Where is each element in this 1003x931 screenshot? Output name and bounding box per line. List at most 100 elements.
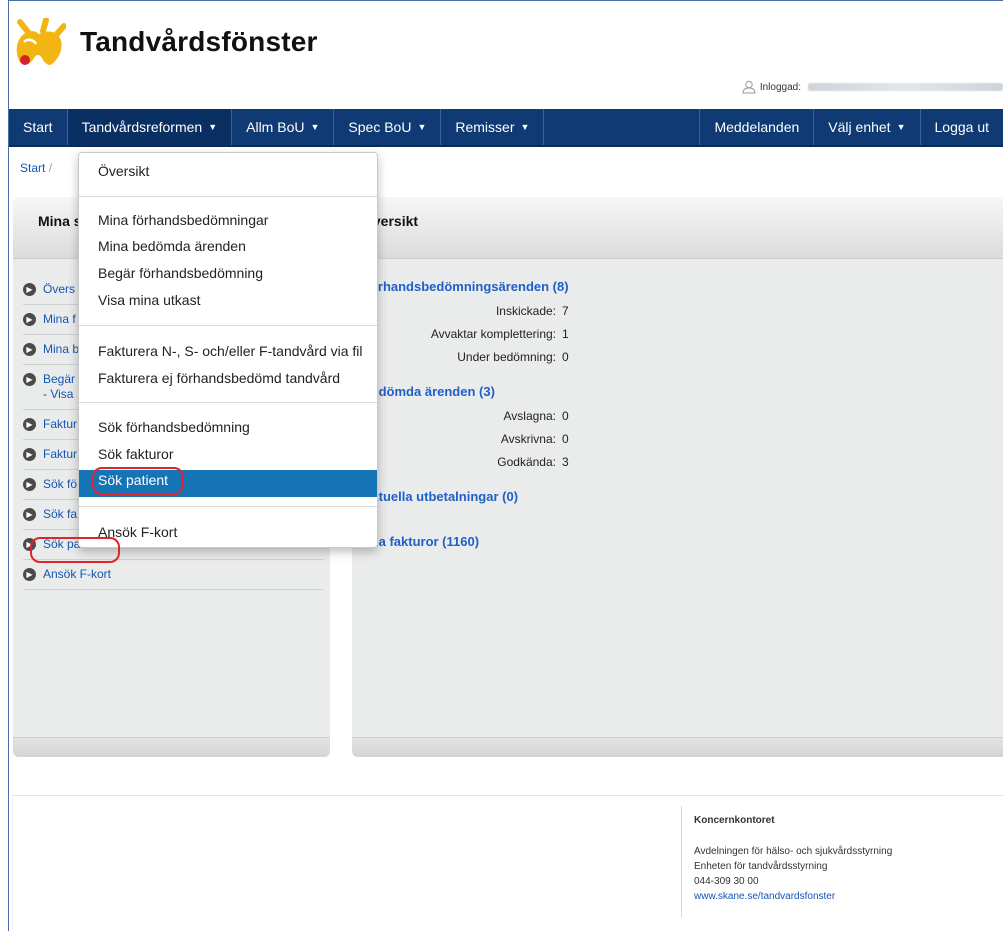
section-title[interactable]: Aktuella utbetalningar (0) [362, 489, 862, 504]
caret-down-icon: ▼ [310, 122, 320, 132]
section-title[interactable]: Förhandsbedömningsärenden (8) [362, 279, 862, 294]
sidebar-item-label: Ansök F-kort [43, 567, 112, 581]
stat-value: 0 [562, 409, 569, 423]
stat-value: 0 [562, 432, 569, 446]
main-footer-bar [352, 737, 1003, 757]
nav-logga-ut[interactable]: Logga ut [921, 109, 1003, 145]
section-bedomda: Bedömda ärenden (3) Avslagna: 0 Avskrivna… [362, 384, 862, 469]
menu-item-visa-utkast[interactable]: Visa mina utkast [79, 288, 377, 312]
page-footer: Koncernkontoret Avdelningen för hälso- o… [12, 795, 1003, 931]
overview-content: Förhandsbedömningsärenden (8) Inskickade… [362, 279, 862, 569]
arrow-bullet-icon: ▶ [23, 508, 36, 521]
nav-spec-bou[interactable]: Spec BoU ▼ [334, 109, 442, 145]
footer-link[interactable]: www.skane.se/tandvardsfonster [694, 891, 835, 902]
arrow-bullet-icon: ▶ [23, 373, 36, 386]
menu-item-mina-forhandsbedomningar[interactable]: Mina förhandsbedömningar [79, 208, 377, 232]
arrow-bullet-icon: ▶ [23, 478, 36, 491]
stat-label: Avvaktar komplettering: [430, 327, 556, 341]
stat-value: 0 [562, 350, 569, 364]
sidebar-item-label: Faktur [43, 447, 78, 461]
section-utbetalningar: Aktuella utbetalningar (0) [362, 489, 862, 504]
caret-down-icon: ▼ [208, 122, 218, 132]
nav-valj-enhet[interactable]: Välj enhet ▼ [814, 109, 921, 145]
nav-meddelanden[interactable]: Meddelanden [700, 109, 815, 145]
breadcrumb-separator: / [48, 161, 53, 175]
nav-remisser-label: Remisser [455, 119, 515, 135]
section-title[interactable]: Alla fakturor (1160) [362, 534, 862, 549]
app-title: Tandvårdsfönster [80, 26, 318, 57]
footer-org: Koncernkontoret [694, 815, 775, 826]
sidebar-item-label: Sök fa [43, 507, 78, 521]
section-title[interactable]: Bedömda ärenden (3) [362, 384, 862, 399]
nav-valj-enhet-label: Välj enhet [828, 119, 891, 135]
logged-in-user: Inloggad: [742, 80, 1003, 94]
stat-value: 1 [562, 327, 569, 341]
nav-meddelanden-label: Meddelanden [714, 119, 800, 135]
arrow-bullet-icon: ▶ [23, 313, 36, 326]
sidebar-footer-bar [13, 737, 330, 757]
footer-line2: Enheten för tandvårdsstyrning [694, 861, 828, 872]
stat-row: Avskrivna: 0 [362, 432, 862, 446]
sidebar-item-label: Begär [43, 372, 76, 386]
stat-label: Godkända: [497, 455, 556, 469]
breadcrumb-start-link[interactable]: Start [20, 161, 45, 175]
stat-label: Avskrivna: [500, 432, 556, 446]
stat-label: Inskickade: [495, 304, 556, 318]
logged-in-label: Inloggad: [759, 81, 801, 93]
menu-divider [79, 196, 377, 197]
menu-item-fakturera-ej[interactable]: Fakturera ej förhandsbedömd tandvård [79, 366, 377, 390]
sidebar-item-label: Mina b [43, 342, 80, 356]
breadcrumb: Start / [20, 161, 52, 175]
menu-item-fakturera-fil[interactable]: Fakturera N-, S- och/eller F-tandvård vi… [79, 339, 377, 363]
section-forhandsbedomning: Förhandsbedömningsärenden (8) Inskickade… [362, 279, 862, 364]
arrow-bullet-icon: ▶ [23, 538, 36, 551]
sidebar-item-label: Övers [43, 282, 76, 296]
main-panel: Översikt Förhandsbedömningsärenden (8) I… [352, 197, 1003, 757]
caret-down-icon: ▼ [896, 122, 906, 132]
nav-start[interactable]: Start [9, 109, 68, 145]
user-name-redacted [808, 83, 1003, 91]
arrow-bullet-icon: ▶ [23, 283, 36, 296]
sidebar-item-ansok-f-kort[interactable]: ▶ Ansök F-kort [23, 560, 323, 590]
sidebar-item-sublabel[interactable]: - Visa [43, 387, 73, 401]
menu-item-sok-patient[interactable]: Sök patient [79, 470, 377, 497]
arrow-bullet-icon: ▶ [23, 418, 36, 431]
menu-divider [79, 506, 377, 507]
caret-down-icon: ▼ [520, 122, 530, 132]
nav-tandvardsreformen-label: Tandvårdsreformen [81, 119, 203, 135]
section-fakturor: Alla fakturor (1160) [362, 534, 862, 549]
arrow-bullet-icon: ▶ [23, 448, 36, 461]
menu-item-ansok-f-kort[interactable]: Ansök F-kort [79, 520, 377, 544]
menu-item-mina-bedomda[interactable]: Mina bedömda ärenden [79, 234, 377, 258]
nav-spacer [544, 109, 701, 145]
stat-row: Inskickade: 7 [362, 304, 862, 318]
menu-item-begar[interactable]: Begär förhandsbedömning [79, 261, 377, 285]
stat-row: Godkända: 3 [362, 455, 862, 469]
main-navbar: Start Tandvårdsreformen ▼ Allm BoU ▼ Spec … [9, 109, 1003, 147]
stat-row: Avslagna: 0 [362, 409, 862, 423]
nav-tandvardsreformen[interactable]: Tandvårdsreformen ▼ [67, 109, 233, 145]
menu-divider [79, 402, 377, 403]
nav-remisser[interactable]: Remisser ▼ [441, 109, 545, 145]
sidebar-item-label: Faktur [43, 417, 78, 431]
nav-logga-ut-label: Logga ut [934, 119, 990, 135]
tooth-logo-icon [16, 18, 66, 65]
stat-value: 3 [562, 455, 569, 469]
stat-row: Avvaktar komplettering: 1 [362, 327, 862, 341]
stat-label: Avslagna: [503, 409, 556, 423]
nav-start-label: Start [23, 119, 53, 135]
menu-item-sok-fakturor[interactable]: Sök fakturor [79, 442, 377, 466]
footer-line1: Avdelningen för hälso- och sjukvårdsstyr… [694, 846, 893, 857]
menu-divider [79, 325, 377, 326]
nav-spec-bou-label: Spec BoU [348, 119, 412, 135]
menu-item-sok-forhandsbedomning[interactable]: Sök förhandsbedömning [79, 415, 377, 439]
nav-allm-bou[interactable]: Allm BoU ▼ [232, 109, 335, 145]
stat-value: 7 [562, 304, 569, 318]
menu-item-oversikt[interactable]: Översikt [79, 159, 377, 183]
stat-label: Under bedömning: [457, 350, 556, 364]
main-title: Översikt [352, 197, 1003, 259]
caret-down-icon: ▼ [417, 122, 427, 132]
sidebar-item-label: Sök fö [43, 477, 78, 491]
stat-row: Under bedömning: 0 [362, 350, 862, 364]
user-icon [742, 80, 756, 94]
